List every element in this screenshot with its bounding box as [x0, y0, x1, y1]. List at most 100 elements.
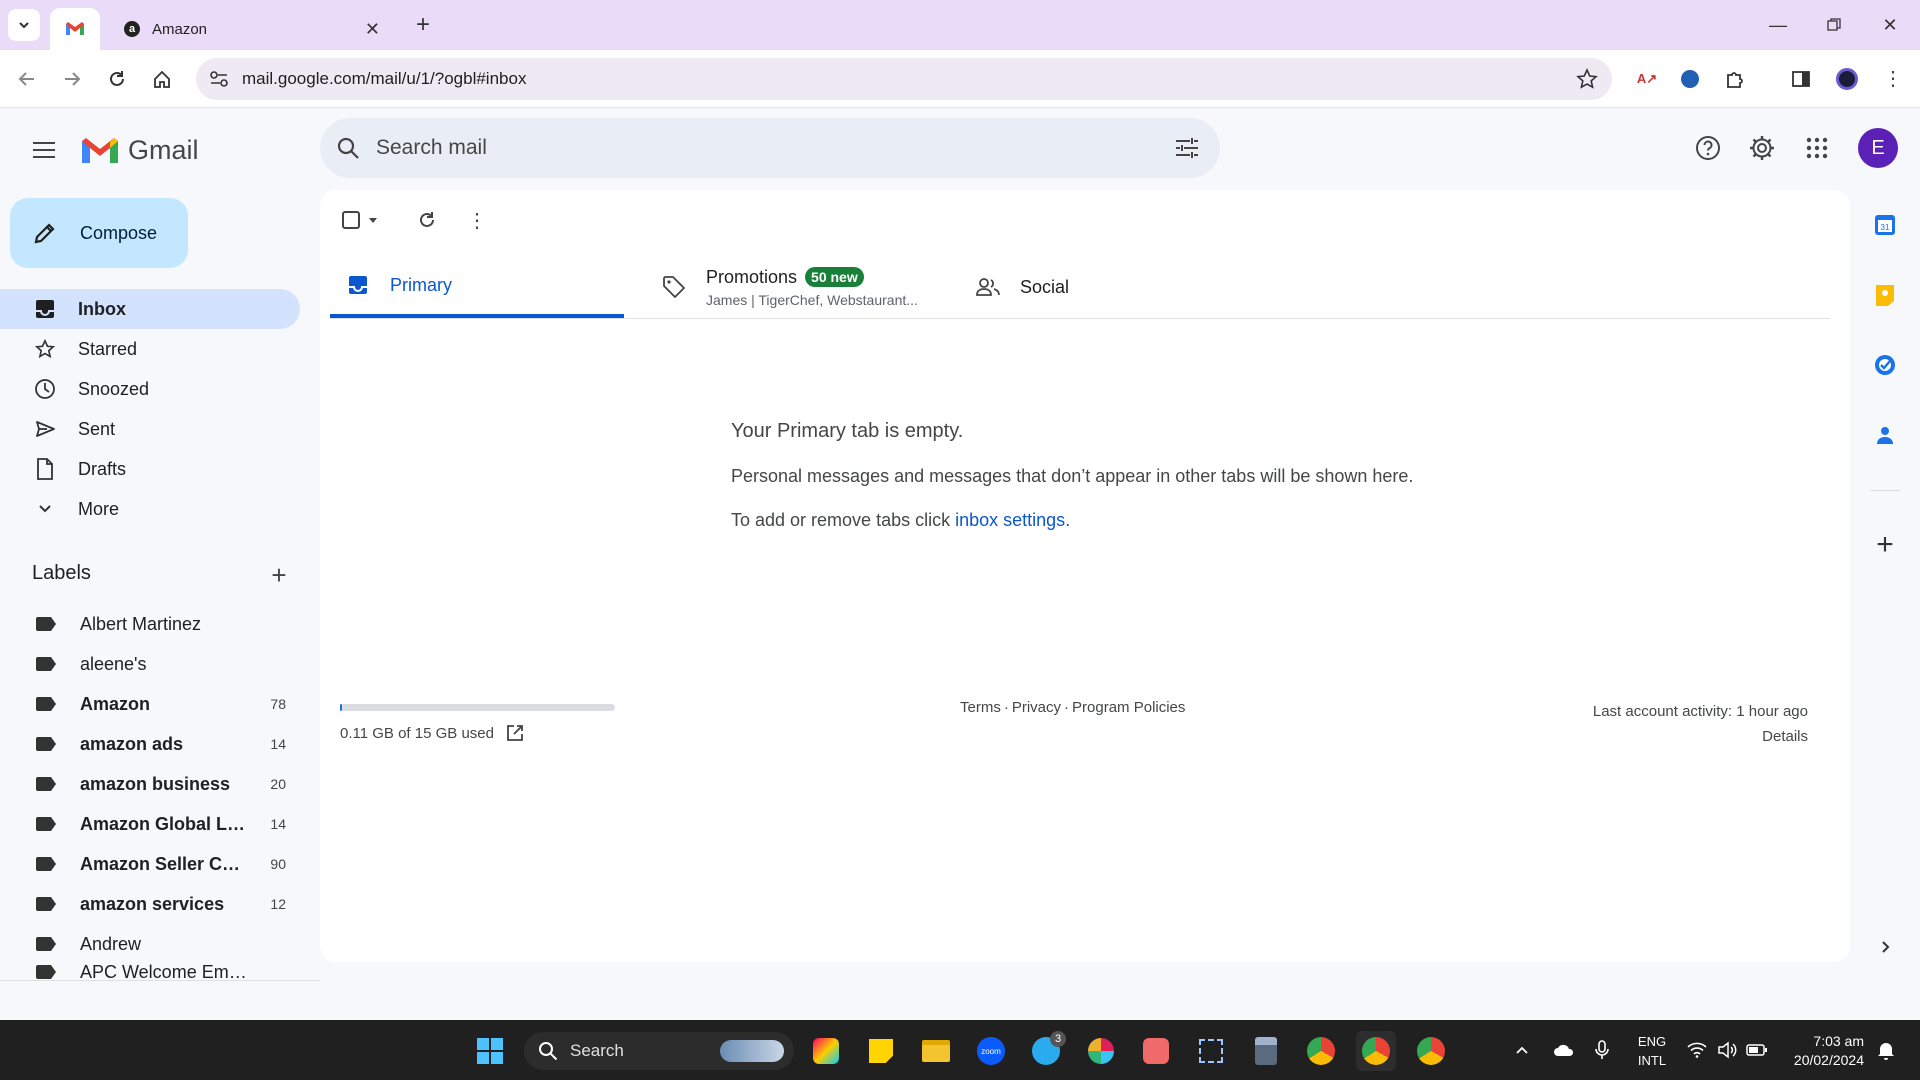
- extension-blue-button[interactable]: [1673, 62, 1707, 96]
- home-button[interactable]: [145, 62, 179, 96]
- search-options-icon[interactable]: [1174, 136, 1200, 160]
- search-input[interactable]: Search mail: [376, 136, 487, 160]
- taskbar-app-zoom[interactable]: zoom: [971, 1031, 1011, 1071]
- wifi-button[interactable]: [1684, 1038, 1710, 1062]
- minimize-button[interactable]: —: [1750, 0, 1806, 50]
- contacts-app-button[interactable]: [1868, 418, 1902, 452]
- browser-tab-strip: a Amazon ✕ + — ✕: [0, 0, 1920, 50]
- taskbar-app-copilot[interactable]: [806, 1031, 846, 1071]
- terms-link[interactable]: Terms: [960, 699, 1001, 716]
- settings-button[interactable]: [1742, 128, 1782, 168]
- taskbar-app-chrome-1[interactable]: [1301, 1031, 1341, 1071]
- open-external-icon[interactable]: [506, 724, 524, 742]
- bookmark-star-icon[interactable]: [1576, 68, 1598, 90]
- nav-item-inbox[interactable]: Inbox: [0, 289, 300, 329]
- keep-app-button[interactable]: [1868, 278, 1902, 312]
- show-hidden-icons-button[interactable]: [1510, 1038, 1534, 1062]
- label-item[interactable]: Amazon Seller Ce... 90: [0, 844, 300, 884]
- label-item[interactable]: Amazon 78: [0, 684, 300, 724]
- input-language[interactable]: ENG INTL: [1630, 1032, 1674, 1070]
- taskbar-app-file-explorer[interactable]: [916, 1031, 956, 1071]
- start-button[interactable]: [470, 1031, 510, 1071]
- label-item[interactable]: Andrew: [0, 924, 300, 964]
- select-all-checkbox[interactable]: [334, 202, 386, 238]
- reload-button[interactable]: [100, 62, 134, 96]
- label-item[interactable]: amazon ads 14: [0, 724, 300, 764]
- taskbar-app-chrome-3[interactable]: [1411, 1031, 1451, 1071]
- calendar-app-button[interactable]: 31: [1868, 208, 1902, 242]
- tab-social[interactable]: Social: [970, 256, 1270, 318]
- profile-button[interactable]: [1830, 62, 1864, 96]
- volume-button[interactable]: [1714, 1038, 1740, 1062]
- forward-button[interactable]: [55, 62, 89, 96]
- bell-icon: [1878, 1043, 1894, 1060]
- nav-item-snoozed[interactable]: Snoozed: [0, 369, 300, 409]
- label-name: Albert Martinez: [80, 613, 202, 634]
- taskbar-app-sticky-notes[interactable]: [861, 1031, 901, 1071]
- side-panel-button[interactable]: [1784, 62, 1818, 96]
- extensions-button[interactable]: [1718, 62, 1752, 96]
- support-button[interactable]: [1688, 128, 1728, 168]
- taskbar-app-chrome-2[interactable]: [1356, 1031, 1396, 1071]
- browser-menu-button[interactable]: ⋮: [1876, 62, 1910, 96]
- taskbar-clock[interactable]: 7:03 am 20/02/2024: [1784, 1032, 1864, 1070]
- taskbar-app-asana[interactable]: [1136, 1031, 1176, 1071]
- browser-tab-gmail[interactable]: [50, 8, 100, 50]
- restore-button[interactable]: [1806, 0, 1862, 50]
- label-item[interactable]: Albert Martinez: [0, 604, 300, 644]
- chevron-up-icon: [1516, 1046, 1528, 1054]
- label-item[interactable]: amazon business 20: [0, 764, 300, 804]
- close-window-button[interactable]: ✕: [1862, 0, 1918, 50]
- extension-translate-button[interactable]: A↗: [1630, 62, 1664, 96]
- gmail-logo[interactable]: Gmail: [80, 132, 199, 168]
- tasks-app-button[interactable]: [1868, 348, 1902, 382]
- site-info-icon[interactable]: [208, 69, 230, 89]
- taskbar-search[interactable]: Search: [524, 1032, 794, 1070]
- nav-label: Sent: [78, 418, 116, 439]
- privacy-link[interactable]: Privacy: [1012, 699, 1061, 716]
- main-menu-button[interactable]: [26, 132, 62, 168]
- tab-search-button[interactable]: [8, 9, 40, 41]
- battery-button[interactable]: [1744, 1038, 1770, 1062]
- nav-item-more[interactable]: More: [0, 489, 300, 529]
- gmail-icon: [66, 22, 84, 35]
- inbox-settings-link[interactable]: inbox settings: [955, 510, 1065, 530]
- notifications-button[interactable]: [1874, 1038, 1898, 1062]
- tab-promotions[interactable]: Promotions 50 new James | TigerChef, Web…: [654, 256, 954, 318]
- get-addons-button[interactable]: +: [1868, 528, 1902, 562]
- address-bar[interactable]: mail.google.com/mail/u/1/?ogbl#inbox: [196, 58, 1612, 100]
- onedrive-button[interactable]: [1550, 1038, 1578, 1062]
- label-item[interactable]: Amazon Global Lo... 14: [0, 804, 300, 844]
- new-tab-button[interactable]: +: [408, 10, 438, 40]
- label-item[interactable]: amazon services 12: [0, 884, 300, 924]
- compose-button[interactable]: Compose: [10, 198, 188, 268]
- account-avatar[interactable]: E: [1858, 128, 1898, 168]
- search-bar[interactable]: Search mail: [320, 118, 1220, 178]
- gmail-logo-icon: [82, 138, 118, 163]
- tab-label: Promotions: [706, 266, 798, 287]
- taskbar-app-slack[interactable]: [1081, 1031, 1121, 1071]
- close-icon[interactable]: ✕: [365, 19, 380, 40]
- program-policies-link[interactable]: Program Policies: [1072, 699, 1185, 716]
- details-link[interactable]: Details: [1500, 724, 1808, 749]
- nav-item-starred[interactable]: Starred: [0, 329, 300, 369]
- taskbar-app-telegram[interactable]: 3: [1026, 1031, 1066, 1071]
- nav-item-sent[interactable]: Sent: [0, 409, 300, 449]
- more-actions-button[interactable]: ⋮: [459, 202, 495, 238]
- create-label-button[interactable]: +: [264, 562, 294, 588]
- tab-primary[interactable]: Primary: [330, 256, 624, 318]
- hide-side-panel-button[interactable]: [1868, 930, 1902, 964]
- search-icon[interactable]: [336, 136, 360, 160]
- google-apps-button[interactable]: [1797, 128, 1837, 168]
- inbox-icon: [34, 298, 56, 320]
- tabs-divider: [330, 318, 1830, 319]
- browser-tab-amazon[interactable]: a Amazon ✕: [112, 8, 392, 50]
- nav-item-drafts[interactable]: Drafts: [0, 449, 300, 489]
- microphone-button[interactable]: [1590, 1038, 1614, 1062]
- back-button[interactable]: [10, 62, 44, 96]
- chrome-icon: [1417, 1037, 1445, 1065]
- label-item[interactable]: aleene's: [0, 644, 300, 684]
- refresh-button[interactable]: [409, 202, 445, 238]
- taskbar-app-calculator[interactable]: [1246, 1031, 1286, 1071]
- taskbar-app-snipping-tool[interactable]: [1191, 1031, 1231, 1071]
